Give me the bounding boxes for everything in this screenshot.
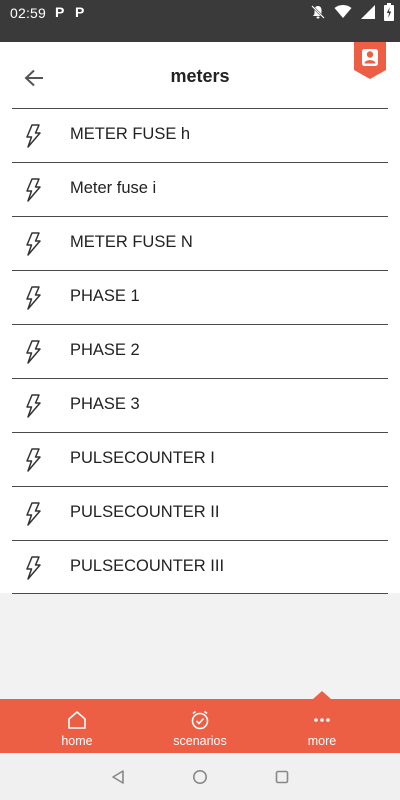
profile-button[interactable] <box>354 40 386 80</box>
lightning-bolt-icon <box>24 502 44 526</box>
lightning-bolt-icon <box>24 286 44 310</box>
system-home-button[interactable] <box>190 767 210 787</box>
lightning-bolt-icon <box>24 178 44 202</box>
list-item-label: PULSECOUNTER III <box>70 557 225 575</box>
status-time: 02:59 <box>10 5 47 21</box>
parking-notification-icon: P <box>75 4 85 20</box>
recents-square-icon <box>275 770 289 784</box>
list-item-label: METER FUSE N <box>70 233 193 251</box>
nav-item-label: more <box>307 734 337 748</box>
back-triangle-icon <box>112 770 124 784</box>
home-circle-icon <box>193 770 207 784</box>
list-item[interactable]: PHASE 2 <box>12 324 388 378</box>
nav-item-label: scenarios <box>173 734 227 748</box>
status-bar: 02:59 P P <box>0 0 400 42</box>
list-item-label: Meter fuse i <box>70 179 157 197</box>
lightning-bolt-icon <box>24 394 44 418</box>
nav-item-more[interactable]: more <box>267 699 377 753</box>
battery-icon <box>384 3 394 21</box>
page-title: meters <box>170 66 230 86</box>
list-item-label: PHASE 2 <box>70 341 140 359</box>
list-item-label: PULSECOUNTER II <box>70 503 220 521</box>
list-item-label: PHASE 1 <box>70 287 140 305</box>
list-item[interactable]: METER FUSE h <box>12 108 388 162</box>
parking-notification-icon: P <box>55 4 65 20</box>
screen: 02:59 P P meters METER FUSE h Meter fuse… <box>0 0 400 800</box>
list-item-label: METER FUSE h <box>70 125 191 143</box>
notifications-off-icon <box>310 4 326 20</box>
list-item[interactable]: PHASE 1 <box>12 270 388 324</box>
list-item[interactable]: Meter fuse i <box>12 162 388 216</box>
meters-list: METER FUSE h Meter fuse i METER FUSE N P… <box>0 108 400 594</box>
user-badge-icon <box>354 40 386 79</box>
nav-item-scenarios[interactable]: scenarios <box>145 699 255 753</box>
system-back-button[interactable] <box>108 767 128 787</box>
list-item[interactable]: PULSECOUNTER II <box>12 486 388 540</box>
more-dots-icon <box>312 710 332 730</box>
list-item[interactable]: PULSECOUNTER I <box>12 432 388 486</box>
system-navigation-bar <box>0 753 400 800</box>
lightning-bolt-icon <box>24 124 44 148</box>
nav-item-home[interactable]: home <box>22 699 132 753</box>
lightning-bolt-icon <box>24 556 44 580</box>
list-item-label: PULSECOUNTER I <box>70 449 215 467</box>
active-tab-indicator <box>313 691 331 699</box>
lightning-bolt-icon <box>24 232 44 256</box>
list-divider <box>12 593 388 594</box>
app-header: meters <box>0 40 400 108</box>
bottom-navigation: home scenarios more <box>0 691 400 753</box>
list-item[interactable]: PHASE 3 <box>12 378 388 432</box>
nav-item-label: home <box>61 734 93 748</box>
list-item[interactable]: PULSECOUNTER III <box>12 540 388 594</box>
home-icon <box>67 710 87 730</box>
status-icons <box>310 3 394 21</box>
system-recents-button[interactable] <box>272 767 292 787</box>
signal-icon <box>360 4 376 20</box>
lightning-bolt-icon <box>24 340 44 364</box>
lightning-bolt-icon <box>24 448 44 472</box>
list-item-label: PHASE 3 <box>70 395 140 413</box>
list-item[interactable]: METER FUSE N <box>12 216 388 270</box>
wifi-icon <box>334 4 352 20</box>
clock-check-icon <box>190 710 210 730</box>
